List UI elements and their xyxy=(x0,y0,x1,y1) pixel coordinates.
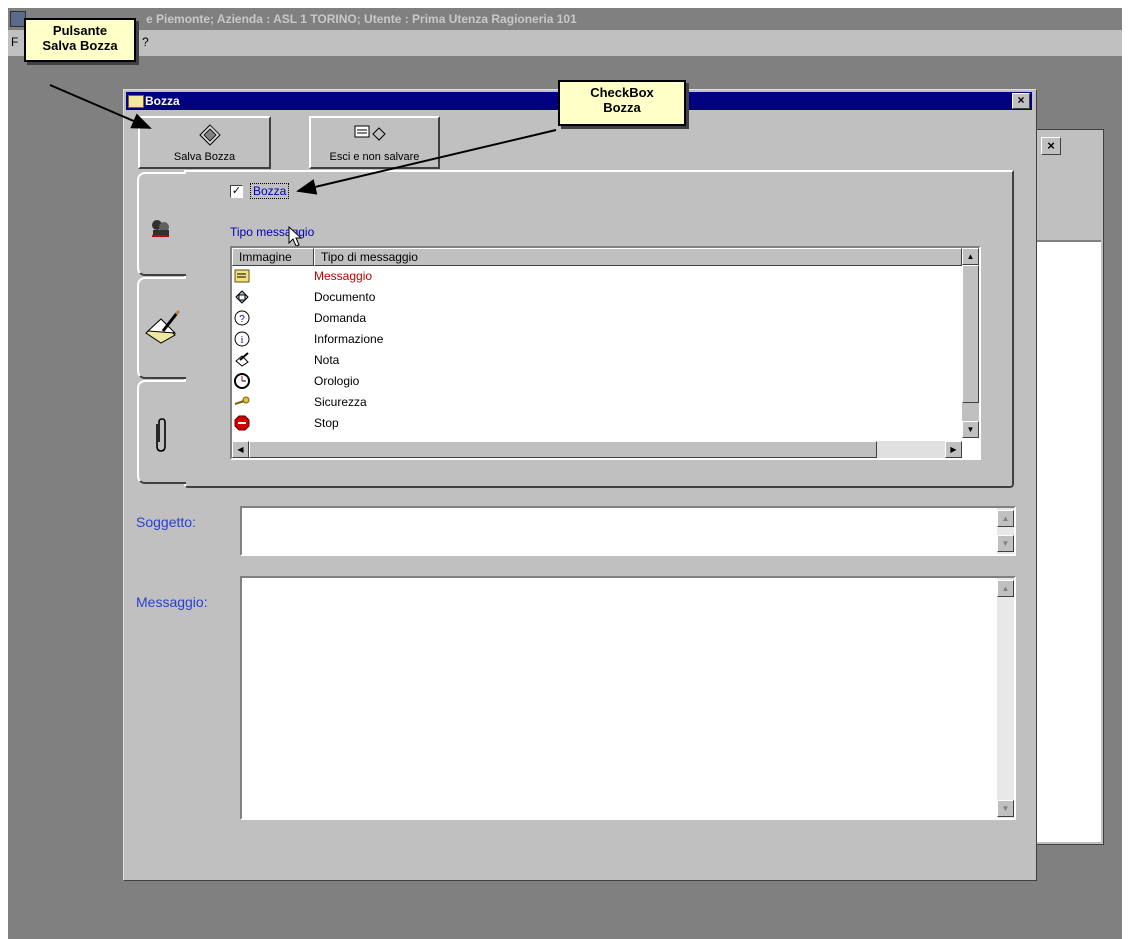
annotation-arrows xyxy=(49,84,557,195)
checkbox-callout-arrow xyxy=(296,129,557,195)
save-callout-arrow xyxy=(49,84,152,129)
